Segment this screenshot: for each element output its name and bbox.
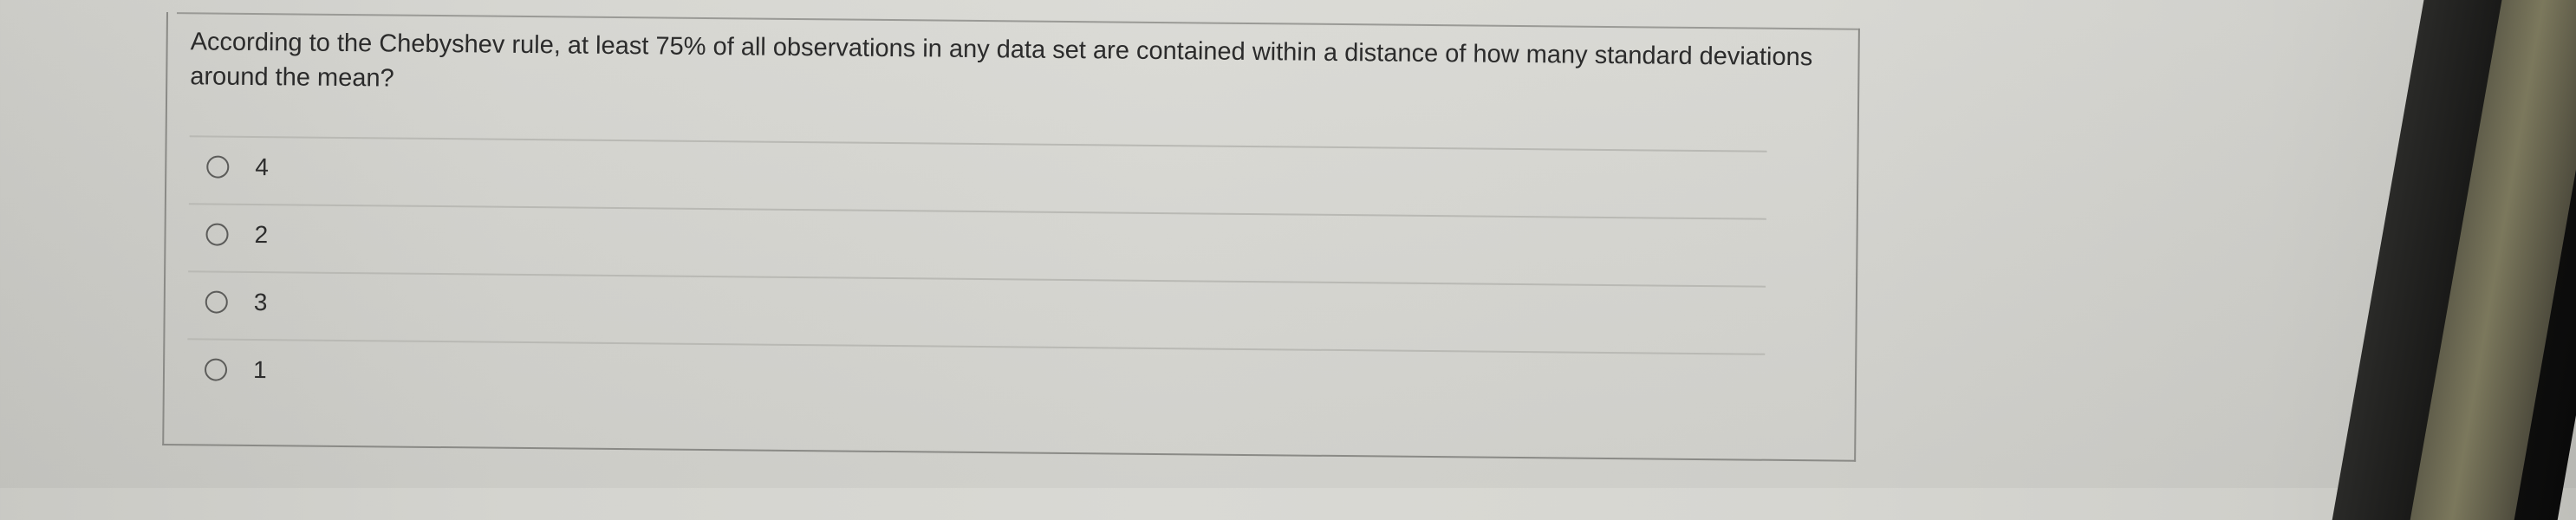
option-label: 3: [253, 288, 268, 316]
option-label: 2: [254, 220, 269, 249]
question-text: According to the Chebyshev rule, at leas…: [190, 28, 1813, 93]
answer-option-2[interactable]: 2: [205, 217, 268, 252]
answer-option-1[interactable]: 1: [204, 352, 267, 387]
radio-button-icon[interactable]: [206, 155, 230, 179]
answer-option-3[interactable]: 3: [205, 284, 268, 320]
radio-button-icon[interactable]: [205, 290, 228, 314]
answer-option-4[interactable]: 4: [206, 149, 269, 185]
option-label: 1: [252, 355, 267, 384]
option-label: 4: [255, 153, 270, 181]
question-divider: [189, 135, 1767, 153]
radio-button-icon[interactable]: [205, 223, 229, 246]
option-divider: [187, 338, 1766, 355]
radio-button-icon[interactable]: [204, 358, 228, 381]
option-divider: [188, 270, 1766, 288]
option-divider: [188, 203, 1766, 220]
question-card: According to the Chebyshev rule, at leas…: [162, 12, 1860, 462]
